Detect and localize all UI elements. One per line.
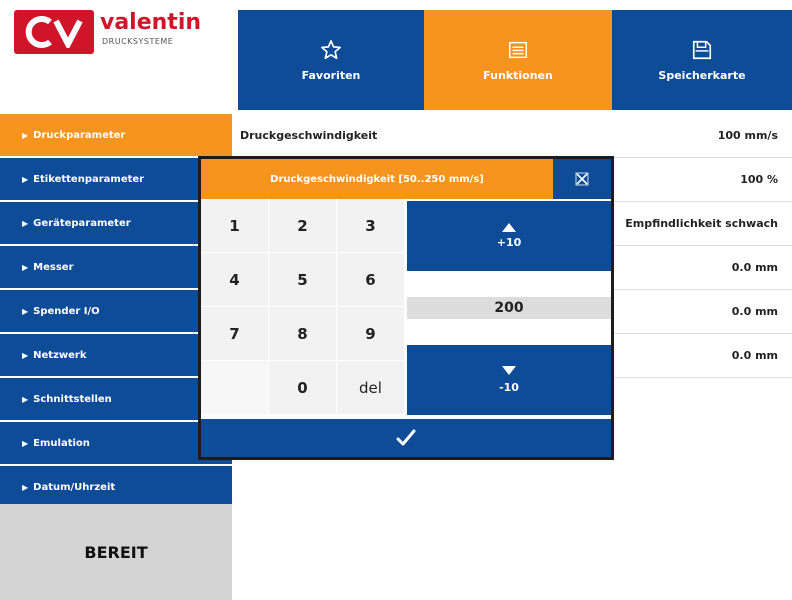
chevron-right-icon: ▶ [22,482,29,492]
brand-subtitle: DRUCKSYSTEME [102,37,174,46]
key-blank [201,361,269,415]
key-delete[interactable]: del [337,361,405,415]
dialog-close-button[interactable] [553,159,611,199]
list-icon [509,41,527,58]
key-3[interactable]: 3 [337,199,405,253]
decrement-label: -10 [499,381,519,394]
dialog-title: Druckgeschwindigkeit [50..250 mm/s] [201,159,553,199]
sidebar-item-datum-uhrzeit[interactable]: ▶ Datum/Uhrzeit [0,466,232,508]
logo-badge [14,10,94,54]
sidebar-item-label: Spender I/O [33,305,100,317]
parameter-value: 100 % [740,173,778,186]
key-0[interactable]: 0 [269,361,337,415]
functions-label: Funktionen [483,68,553,82]
chevron-right-icon: ▶ [22,350,29,360]
logo: valentin DRUCKSYSTEME [0,0,238,112]
sidebar-item-label: Netzwerk [33,349,87,361]
chevron-right-icon: ▶ [22,306,29,316]
triangle-up-icon [502,223,516,232]
close-icon [575,172,589,186]
chevron-right-icon: ▶ [22,394,29,404]
chevron-right-icon: ▶ [22,438,29,448]
parameter-value: 0.0 mm [731,349,778,362]
sidebar-item-label: Emulation [33,437,90,449]
checkmark-icon [396,429,416,446]
key-7[interactable]: 7 [201,307,269,361]
chevron-right-icon: ▶ [22,218,29,228]
key-1[interactable]: 1 [201,199,269,253]
status-indicator: BEREIT [0,504,232,600]
numeric-input-dialog: Druckgeschwindigkeit [50..250 mm/s] 1 2 … [198,156,614,460]
increment-button[interactable]: +10 [407,201,611,271]
sidebar-item-label: Messer [33,261,74,273]
parameter-value: Empfindlichkeit schwach [625,217,778,230]
favorites-label: Favoriten [301,68,361,82]
chevron-right-icon: ▶ [22,130,29,140]
key-4[interactable]: 4 [201,253,269,307]
numeric-keypad: 1 2 3 4 5 6 7 8 9 0 del [201,199,405,417]
sidebar-item-label: Druckparameter [33,129,126,141]
increment-label: +10 [496,236,522,249]
chevron-right-icon: ▶ [22,262,29,272]
cv-logo-icon [25,16,83,48]
triangle-down-icon [502,366,516,375]
decrement-button[interactable]: -10 [407,345,611,415]
memory-card-label: Speicherkarte [658,68,746,82]
sidebar-item-label: Schnittstellen [33,393,112,405]
key-9[interactable]: 9 [337,307,405,361]
sidebar-item-label: Geräteparameter [33,217,131,229]
star-outline-icon [321,39,341,59]
key-5[interactable]: 5 [269,253,337,307]
parameter-label: Druckgeschwindigkeit [240,129,378,142]
key-2[interactable]: 2 [269,199,337,253]
sidebar-item-label: Etikettenparameter [33,173,145,185]
favorites-button[interactable]: Favoriten [238,10,424,110]
brand-name: valentin [100,10,202,35]
confirm-button[interactable] [201,419,611,457]
parameter-row[interactable]: Druckgeschwindigkeit 100 mm/s [232,114,792,158]
key-6[interactable]: 6 [337,253,405,307]
value-display: 200 [407,297,611,319]
parameter-value: 0.0 mm [731,305,778,318]
functions-button[interactable]: Funktionen [424,10,612,110]
key-8[interactable]: 8 [269,307,337,361]
sidebar-item-label: Datum/Uhrzeit [33,481,116,493]
chevron-right-icon: ▶ [22,174,29,184]
sidebar-item-druckparameter[interactable]: ▶ Druckparameter [0,114,232,156]
parameter-value: 100 mm/s [717,129,778,142]
memory-card-button[interactable]: Speicherkarte [612,10,792,110]
parameter-value: 0.0 mm [731,261,778,274]
memory-card-icon [692,40,712,59]
